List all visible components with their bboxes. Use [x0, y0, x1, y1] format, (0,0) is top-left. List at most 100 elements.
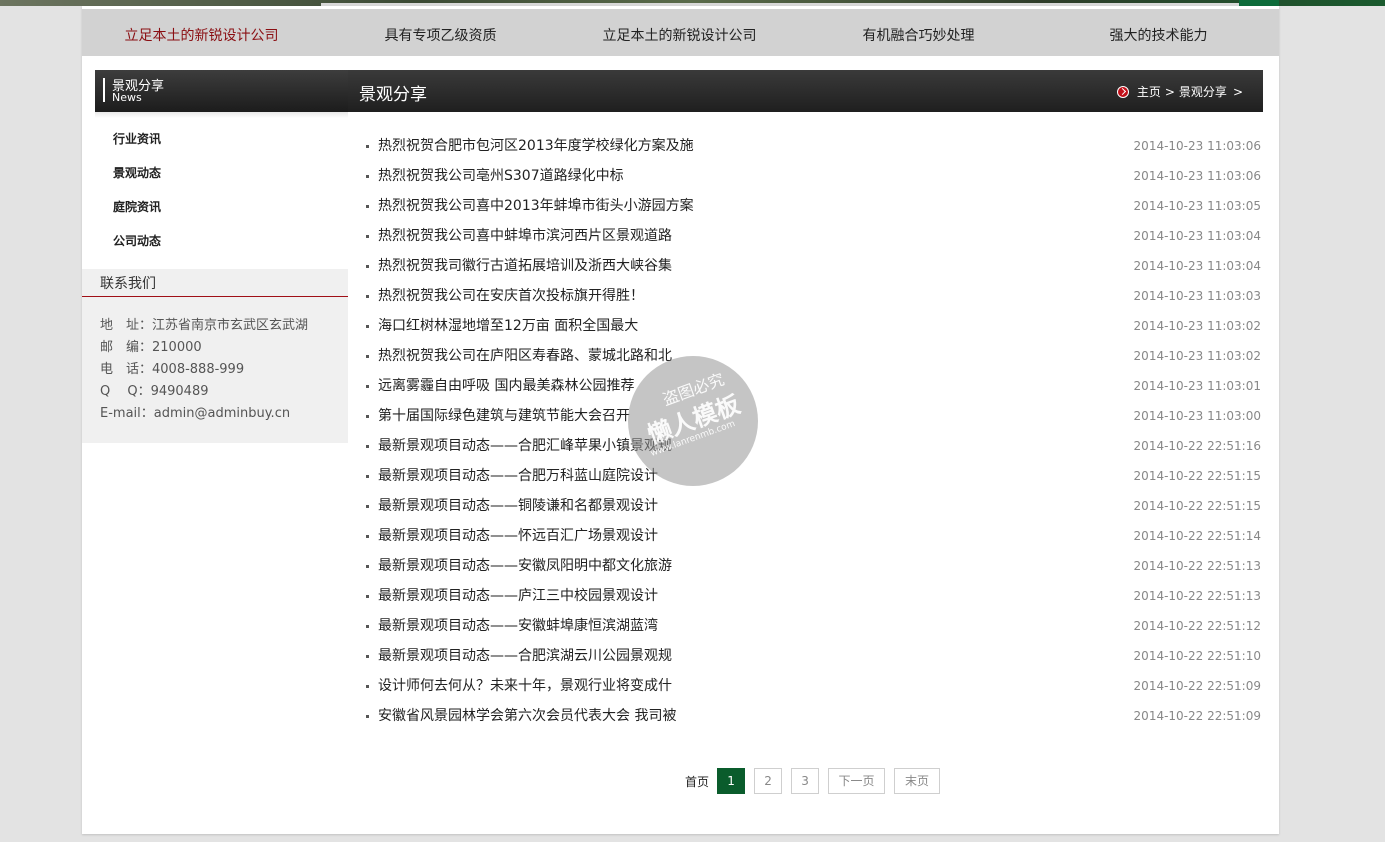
article-date: 2014-10-22 22:51:10 — [1133, 649, 1261, 663]
list-item: 热烈祝贺我公司在安庆首次投标旗开得胜！ 2014-10-23 11:03:03 — [366, 281, 1261, 311]
article-title-link[interactable]: 最新景观项目动态——合肥万科蓝山庭院设计 — [378, 461, 658, 491]
list-item: 最新景观项目动态——合肥汇峰苹果小镇景观规 2014-10-22 22:51:16 — [366, 431, 1261, 461]
list-item: 安徽省风景园林学会第六次会员代表大会 我司被 2014-10-22 22:51:0… — [366, 701, 1261, 731]
article-title-link[interactable]: 热烈祝贺我公司在安庆首次投标旗开得胜！ — [378, 281, 644, 311]
bullet-icon — [366, 175, 369, 178]
pager-page-3[interactable]: 3 — [791, 768, 820, 794]
article-title-link[interactable]: 热烈祝贺我公司在庐阳区寿春路、蒙城北路和北 — [378, 341, 672, 371]
article-list: 热烈祝贺合肥市包河区2013年度学校绿化方案及施 2014-10-23 11:03… — [366, 131, 1261, 731]
bullet-icon — [366, 565, 369, 568]
article-date: 2014-10-22 22:51:09 — [1133, 679, 1261, 693]
sidebar-heading-shadow — [95, 112, 348, 118]
list-item: 热烈祝贺我公司在庐阳区寿春路、蒙城北路和北 2014-10-23 11:03:02 — [366, 341, 1261, 371]
article-title-link[interactable]: 最新景观项目动态——铜陵谦和名都景观设计 — [378, 491, 658, 521]
arrow-circle-icon — [1116, 85, 1129, 98]
breadcrumb-current[interactable]: 景观分享 — [1179, 83, 1227, 100]
article-title-link[interactable]: 安徽省风景园林学会第六次会员代表大会 我司被 — [378, 701, 676, 731]
article-date: 2014-10-23 11:03:04 — [1133, 229, 1261, 243]
bullet-icon — [366, 295, 369, 298]
article-date: 2014-10-23 11:03:02 — [1133, 349, 1261, 363]
pager-page-1[interactable]: 1 — [717, 768, 746, 794]
article-date: 2014-10-22 22:51:12 — [1133, 619, 1261, 633]
contact-panel: 联系我们 地 址：江苏省南京市玄武区玄武湖 邮 编：210000 电 话：400… — [82, 269, 348, 443]
article-title-link[interactable]: 最新景观项目动态——合肥汇峰苹果小镇景观规 — [378, 431, 672, 461]
article-date: 2014-10-22 22:51:15 — [1133, 469, 1261, 483]
bullet-icon — [366, 145, 369, 148]
bullet-icon — [366, 445, 369, 448]
main-heading: 景观分享 主页 > 景观分享 > — [348, 70, 1263, 112]
nav-item-1[interactable]: 立足本土的新锐设计公司 — [82, 9, 321, 56]
article-date: 2014-10-22 22:51:14 — [1133, 529, 1261, 543]
bullet-icon — [366, 655, 369, 658]
page-title: 景观分享 — [359, 85, 427, 105]
article-date: 2014-10-22 22:51:09 — [1133, 709, 1261, 723]
article-title-link[interactable]: 热烈祝贺我公司喜中蚌埠市滨河西片区景观道路 — [378, 221, 672, 251]
contact-postcode: 邮 编：210000 — [100, 340, 202, 355]
contact-title: 联系我们 — [100, 276, 156, 292]
article-date: 2014-10-23 11:03:04 — [1133, 259, 1261, 273]
pager-next-button[interactable]: 下一页 — [828, 768, 886, 794]
contact-address: 地 址：江苏省南京市玄武区玄武湖 — [100, 318, 309, 333]
article-title-link[interactable]: 热烈祝贺我公司亳州S307道路绿化中标 — [378, 161, 624, 191]
article-date: 2014-10-23 11:03:00 — [1133, 409, 1261, 423]
article-title-link[interactable]: 远离雾霾自由呼吸 国内最美森林公园推荐 — [378, 371, 634, 401]
sidebar-heading-bar — [103, 78, 105, 102]
list-item: 最新景观项目动态——安徽凤阳明中都文化旅游 2014-10-22 22:51:13 — [366, 551, 1261, 581]
breadcrumb-separator: > — [1164, 84, 1175, 99]
sidebar-item-company-news[interactable]: 公司动态 — [113, 230, 161, 264]
bullet-icon — [366, 265, 369, 268]
page-container: 立足本土的新锐设计公司 具有专项乙级资质 立足本土的新锐设计公司 有机融合巧妙处… — [82, 6, 1279, 834]
article-title-link[interactable]: 最新景观项目动态——怀远百汇广场景观设计 — [378, 521, 658, 551]
list-item: 最新景观项目动态——合肥滨湖云川公园景观规 2014-10-22 22:51:10 — [366, 641, 1261, 671]
pager-first-button[interactable]: 首页 — [685, 773, 709, 790]
sidebar-item-garden-news[interactable]: 庭院资讯 — [113, 196, 161, 230]
list-item: 最新景观项目动态——怀远百汇广场景观设计 2014-10-22 22:51:14 — [366, 521, 1261, 551]
article-title-link[interactable]: 热烈祝贺我司徽行古道拓展培训及浙西大峡谷集 — [378, 251, 672, 281]
article-title-link[interactable]: 最新景观项目动态——庐江三中校园景观设计 — [378, 581, 658, 611]
bullet-icon — [366, 355, 369, 358]
nav-item-4[interactable]: 有机融合巧妙处理 — [799, 9, 1038, 56]
sidebar-item-industry-news[interactable]: 行业资讯 — [113, 128, 161, 162]
list-item: 热烈祝贺我公司喜中蚌埠市滨河西片区景观道路 2014-10-23 11:03:04 — [366, 221, 1261, 251]
article-title-link[interactable]: 热烈祝贺我公司喜中2013年蚌埠市街头小游园方案 — [378, 191, 694, 221]
list-item: 最新景观项目动态——庐江三中校园景观设计 2014-10-22 22:51:13 — [366, 581, 1261, 611]
nav-item-3[interactable]: 立足本土的新锐设计公司 — [560, 9, 799, 56]
article-date: 2014-10-22 22:51:13 — [1133, 589, 1261, 603]
list-item: 最新景观项目动态——铜陵谦和名都景观设计 2014-10-22 22:51:15 — [366, 491, 1261, 521]
main-nav: 立足本土的新锐设计公司 具有专项乙级资质 立足本土的新锐设计公司 有机融合巧妙处… — [82, 9, 1279, 56]
contact-email: E-mail：admin@adminbuy.cn — [100, 406, 291, 421]
article-title-link[interactable]: 最新景观项目动态——安徽凤阳明中都文化旅游 — [378, 551, 672, 581]
contact-phone: 电 话：4008-888-999 — [100, 362, 245, 377]
nav-item-2[interactable]: 具有专项乙级资质 — [321, 9, 560, 56]
list-item: 设计师何去何从？未来十年，景观行业将变成什 2014-10-22 22:51:09 — [366, 671, 1261, 701]
article-title-link[interactable]: 最新景观项目动态——安徽蚌埠康恒滨湖蓝湾 — [378, 611, 658, 641]
list-item: 第十届国际绿色建筑与建筑节能大会召开 2014-10-23 11:03:00 — [366, 401, 1261, 431]
article-date: 2014-10-23 11:03:05 — [1133, 199, 1261, 213]
article-title-link[interactable]: 热烈祝贺合肥市包河区2013年度学校绿化方案及施 — [378, 131, 694, 161]
bullet-icon — [366, 325, 369, 328]
article-title-link[interactable]: 第十届国际绿色建筑与建筑节能大会召开 — [378, 401, 630, 431]
article-date: 2014-10-23 11:03:06 — [1133, 139, 1261, 153]
article-date: 2014-10-23 11:03:03 — [1133, 289, 1261, 303]
sidebar-menu: 行业资讯 景观动态 庭院资讯 公司动态 — [113, 128, 161, 264]
bullet-icon — [366, 505, 369, 508]
sidebar-heading-subtitle: News — [112, 91, 142, 104]
pager-page-2[interactable]: 2 — [754, 768, 783, 794]
article-title-link[interactable]: 最新景观项目动态——合肥滨湖云川公园景观规 — [378, 641, 672, 671]
bullet-icon — [366, 205, 369, 208]
bullet-icon — [366, 235, 369, 238]
list-item: 海口红树林湿地增至12万亩 面积全国最大 2014-10-23 11:03:02 — [366, 311, 1261, 341]
article-date: 2014-10-22 22:51:16 — [1133, 439, 1261, 453]
sidebar-item-landscape-news[interactable]: 景观动态 — [113, 162, 161, 196]
article-date: 2014-10-22 22:51:15 — [1133, 499, 1261, 513]
article-title-link[interactable]: 海口红树林湿地增至12万亩 面积全国最大 — [378, 311, 638, 341]
article-date: 2014-10-23 11:03:06 — [1133, 169, 1261, 183]
pager-last-button[interactable]: 末页 — [894, 768, 941, 794]
sidebar-heading: 景观分享 News — [95, 70, 348, 112]
breadcrumb-home[interactable]: 主页 — [1137, 83, 1161, 100]
nav-item-5[interactable]: 强大的技术能力 — [1038, 9, 1279, 56]
article-title-link[interactable]: 设计师何去何从？未来十年，景观行业将变成什 — [378, 671, 672, 701]
bullet-icon — [366, 595, 369, 598]
contact-lines: 地 址：江苏省南京市玄武区玄武湖 邮 编：210000 电 话：4008-888… — [100, 315, 308, 425]
bullet-icon — [366, 625, 369, 628]
